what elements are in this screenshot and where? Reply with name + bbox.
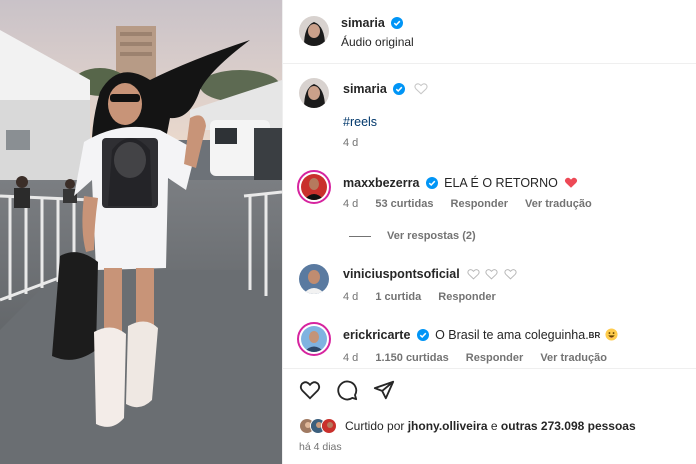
comment-username[interactable]: maxxbezerra [343, 176, 419, 190]
comment-username[interactable]: viniciuspontsoficial [343, 267, 460, 281]
comment-text-suffix: BR [588, 331, 601, 340]
liker-avatar [321, 418, 337, 434]
commenter-avatar[interactable] [297, 322, 331, 356]
caption-avatar[interactable] [299, 78, 329, 108]
commenter-avatar[interactable] [299, 264, 329, 294]
verified-icon [391, 17, 404, 29]
comment-text: ELA É O RETORNO [444, 176, 558, 190]
author-username[interactable]: simaria [341, 16, 385, 30]
translate-button[interactable]: Ver tradução [525, 198, 592, 210]
comment-item: erickricarte O Brasil te ama coleguinha.… [283, 322, 696, 368]
author-avatar[interactable] [299, 16, 329, 46]
comment-likes[interactable]: 1 curtida [375, 291, 421, 303]
comment-text: O Brasil te ama coleguinha. [435, 328, 589, 342]
comment-time: 4 d [343, 352, 359, 364]
verified-icon [425, 177, 438, 189]
post-panel: simaria Áudio original simaria #reels 4 … [282, 0, 696, 464]
comment-time: 4 d [343, 291, 359, 303]
reel-video[interactable] [0, 0, 282, 464]
comment-username[interactable]: erickricarte [343, 328, 410, 342]
post-header: simaria Áudio original [283, 0, 696, 64]
liked-user[interactable]: jhony.olliveira [408, 419, 488, 433]
heart-icon[interactable] [299, 379, 321, 401]
verified-icon [393, 83, 406, 95]
heart-icon [504, 269, 517, 280]
liked-others[interactable]: outras 273.098 pessoas [501, 419, 636, 433]
reply-button[interactable]: Responder [451, 198, 508, 210]
comment-time: 4 d [343, 198, 359, 210]
comment-likes[interactable]: 1.150 curtidas [375, 352, 448, 364]
post-actions: Curtido por jhony.olliveira e outras 273… [283, 368, 696, 464]
liked-middle: e [490, 419, 498, 433]
audio-label[interactable]: Áudio original [341, 35, 414, 49]
commenter-avatar[interactable] [297, 170, 331, 204]
caption: simaria #reels 4 d [283, 74, 696, 154]
comment-likes[interactable]: 53 curtidas [375, 198, 433, 210]
red-heart-emoji-icon [565, 177, 578, 188]
replies-divider [349, 235, 371, 237]
liked-by: Curtido por jhony.olliveira e outras 273… [299, 416, 636, 436]
comment-icon[interactable] [336, 379, 358, 401]
liked-prefix: Curtido por [345, 419, 405, 433]
reply-button[interactable]: Responder [466, 352, 523, 364]
comment-item: maxxbezerra ELA É O RETORNO 4 d 53 curti… [283, 168, 696, 252]
view-replies-button[interactable]: Ver respostas (2) [349, 230, 476, 242]
caption-hashtag[interactable]: #reels [343, 115, 377, 129]
heart-icon [467, 269, 480, 280]
smile-emoji-icon [605, 328, 618, 341]
verified-icon [416, 329, 429, 341]
view-replies-label: Ver respostas (2) [387, 230, 476, 242]
caption-time: 4 d [343, 137, 359, 149]
reply-button[interactable]: Responder [438, 291, 495, 303]
caption-username[interactable]: simaria [343, 82, 387, 96]
comment-item: viniciuspontsoficial 4 d 1 curtida Respo… [283, 262, 696, 312]
translate-button[interactable]: Ver tradução [540, 352, 607, 364]
share-icon[interactable] [373, 379, 395, 401]
heart-icon [485, 269, 498, 280]
post-time-ago[interactable]: há 4 dias [299, 441, 342, 453]
heart-icon[interactable] [414, 82, 429, 95]
video-frame-illustration [0, 0, 282, 464]
